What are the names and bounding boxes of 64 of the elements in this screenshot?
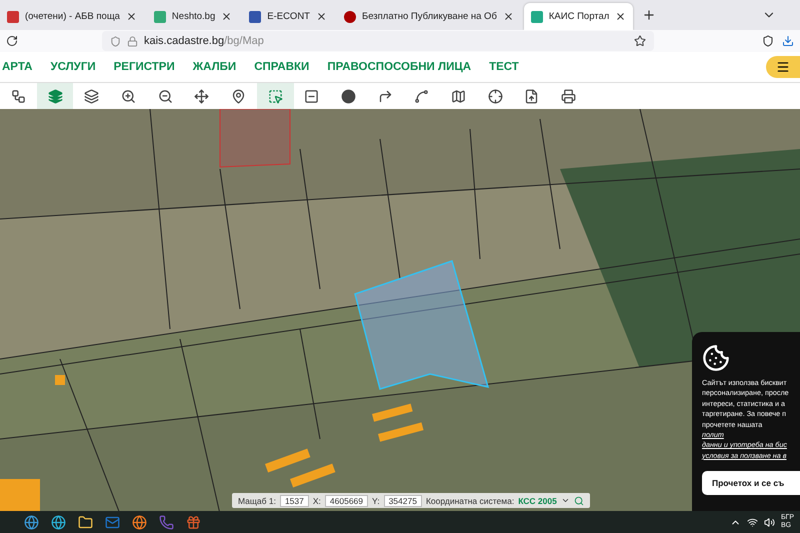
cookie-icon (702, 344, 730, 372)
browser-tab[interactable]: E-ECONT (242, 3, 334, 30)
system-label: Координатна система: (426, 496, 514, 506)
close-icon[interactable] (502, 11, 514, 22)
map-icon (451, 88, 466, 104)
rectangle-select-icon (268, 88, 283, 104)
wifi-icon[interactable] (746, 516, 758, 528)
download-icon[interactable] (782, 35, 794, 47)
scale-value: 1537 (280, 494, 309, 506)
site-icon (7, 10, 19, 22)
nodes-icon (10, 88, 26, 104)
x-label: X: (312, 496, 321, 506)
close-icon[interactable] (126, 11, 137, 22)
y-value: 354275 (384, 494, 422, 506)
taskbar-app-icon[interactable] (51, 514, 66, 530)
x-value: 4605669 (324, 494, 368, 506)
layers-icon (84, 88, 100, 104)
site-icon (249, 10, 262, 22)
browser-tab[interactable]: Безплатно Публикуване на Об (336, 3, 521, 30)
crosshair-icon (488, 88, 503, 104)
site-icon (154, 10, 166, 22)
lock-icon[interactable] (127, 36, 138, 46)
taskbar-app-icon[interactable] (186, 514, 201, 530)
move-arrows-icon (194, 88, 210, 104)
close-icon[interactable] (316, 11, 327, 22)
nav-link[interactable]: АРТА (2, 61, 32, 73)
bookmark-star-icon[interactable] (634, 35, 646, 47)
nav-link[interactable]: СПРАВКИ (254, 61, 310, 73)
rectangle-minus-icon (304, 88, 320, 104)
print-icon (561, 88, 576, 104)
site-icon (344, 10, 356, 22)
taskbar-app-icon[interactable] (132, 514, 147, 530)
layers-icon (48, 88, 63, 104)
nav-link[interactable]: ТЕСТ (489, 61, 519, 73)
site-icon (530, 10, 543, 22)
map-pin-icon (230, 88, 246, 104)
nav-link[interactable]: ЖАЛБИ (192, 61, 236, 73)
accept-button[interactable]: Прочетох и се съ (702, 471, 800, 496)
shield-icon[interactable] (110, 36, 121, 46)
scale-label: Мащаб 1: (238, 496, 276, 506)
address-field[interactable]: kais.cadastre.bg/bg/Map (102, 31, 654, 51)
corner-arrow-icon (378, 88, 393, 104)
search-icon[interactable] (574, 496, 584, 506)
y-label: Y: (372, 496, 380, 506)
speaker-icon[interactable] (764, 516, 775, 528)
zoom-in-icon (120, 88, 136, 104)
close-icon[interactable] (615, 11, 626, 22)
nav-link[interactable]: РЕГИСТРИ (114, 61, 175, 73)
reload-icon[interactable] (6, 35, 18, 47)
menu-icon (776, 60, 790, 74)
polygon-icon (414, 88, 430, 104)
menu-button[interactable] (766, 56, 800, 78)
browser-tab[interactable]: (очетени) - АБВ поща (0, 3, 144, 30)
close-icon[interactable] (221, 11, 232, 22)
browser-tab[interactable]: КАИС Портал (524, 3, 634, 30)
zoom-out-icon (158, 88, 173, 104)
file-export-icon (524, 88, 540, 104)
taskbar-app-icon[interactable] (24, 514, 39, 530)
nav-link[interactable]: УСЛУГИ (50, 61, 96, 73)
nav-link[interactable]: ПРАВОСПОСОБНИ ЛИЦА (327, 61, 472, 73)
browser-tab[interactable]: Neshto.bg (146, 3, 240, 30)
map-tool-button[interactable] (36, 83, 74, 109)
taskbar-app-icon[interactable] (78, 514, 93, 530)
caret-icon[interactable] (560, 496, 570, 505)
